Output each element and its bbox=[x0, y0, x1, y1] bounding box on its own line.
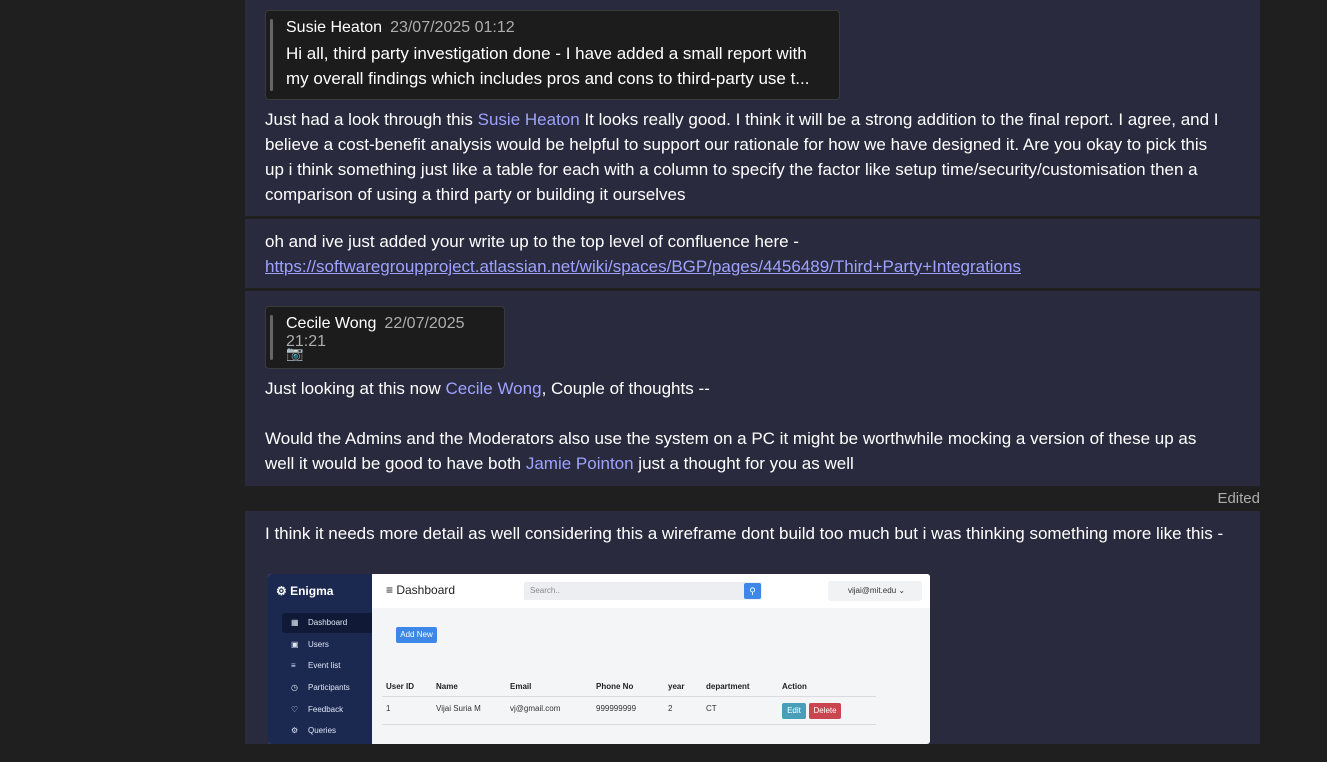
grid-icon: ▦ bbox=[291, 618, 299, 627]
message-text: Just looking at this now Cecile Wong, Co… bbox=[265, 379, 1202, 473]
cell: Vijai Suria M bbox=[436, 704, 481, 713]
search-icon: ⚲ bbox=[744, 583, 761, 599]
quote-time: 23/07/2025 01:12 bbox=[390, 19, 515, 36]
nav-item: ♡ Feedback bbox=[282, 700, 372, 720]
quote-author[interactable]: Susie Heaton bbox=[286, 19, 382, 36]
dashboard-sidebar: ⚙ Enigma ▦ Dashboard ▣ Users ≡ Event list ◷… bbox=[268, 574, 372, 744]
quote-bar bbox=[270, 19, 273, 91]
chevron-down-icon: ⌄ bbox=[896, 586, 906, 595]
message-text: oh and ive just added your write up to t… bbox=[265, 232, 1021, 276]
divider bbox=[382, 724, 876, 725]
col-header: User ID bbox=[386, 682, 415, 691]
menu-icon: ≡ bbox=[386, 583, 397, 597]
nav-item: ⚙ Queries bbox=[282, 721, 372, 741]
cell: CT bbox=[706, 704, 717, 713]
col-header: Name bbox=[436, 682, 458, 691]
camera-icon: 📷 bbox=[286, 345, 304, 361]
nav-item: ◷ Participants bbox=[282, 678, 372, 698]
gear-icon: ⚙ bbox=[291, 726, 299, 735]
col-header: year bbox=[668, 682, 685, 691]
col-header: Action bbox=[782, 682, 807, 691]
list-icon: ≡ bbox=[291, 661, 296, 670]
users-icon: ▣ bbox=[291, 640, 299, 649]
quote-bar bbox=[270, 315, 273, 360]
mention[interactable]: Susie Heaton bbox=[478, 110, 580, 129]
quoted-message[interactable]: Cecile Wong 22/07/2025 21:21 📷 bbox=[265, 306, 505, 369]
cell: 999999999 bbox=[596, 704, 637, 713]
dashboard-search: Search.. bbox=[524, 582, 762, 600]
clock-icon: ◷ bbox=[291, 683, 298, 692]
cell: 1 bbox=[386, 704, 391, 713]
mention[interactable]: Jamie Pointon bbox=[526, 454, 634, 473]
add-new-button: Add New bbox=[396, 627, 437, 643]
edited-label: Edited bbox=[1217, 490, 1260, 507]
edit-button: Edit bbox=[782, 703, 806, 719]
confluence-link[interactable]: https://softwaregroupproject.atlassian.n… bbox=[265, 257, 1021, 276]
quote-body: Hi all, third party investigation done -… bbox=[286, 44, 810, 88]
quoted-message[interactable]: Susie Heaton 23/07/2025 01:12 Hi all, thi… bbox=[265, 10, 840, 100]
nav-item: ▦ Dashboard bbox=[282, 613, 372, 633]
heart-icon: ♡ bbox=[291, 705, 299, 714]
quote-author[interactable]: Cecile Wong bbox=[286, 315, 376, 332]
col-header: Phone No bbox=[596, 682, 634, 691]
message-text: I think it needs more detail as well con… bbox=[265, 524, 1224, 543]
delete-button: Delete bbox=[809, 703, 841, 719]
user-menu: vijai@mit.edu ⌄ bbox=[828, 581, 922, 601]
cell: 2 bbox=[668, 704, 673, 713]
divider bbox=[382, 696, 876, 697]
col-header: Email bbox=[510, 682, 532, 691]
dashboard-title: Dashboard bbox=[396, 583, 456, 597]
message-text: Just had a look through this Susie Heato… bbox=[265, 110, 1224, 204]
nav-item: ≡ Event list bbox=[282, 656, 372, 676]
cell: vj@gmail.com bbox=[510, 704, 561, 713]
message-2: oh and ive just added your write up to t… bbox=[245, 219, 1260, 288]
message-3: Cecile Wong 22/07/2025 21:21 📷 Just looki… bbox=[245, 291, 1260, 486]
logo-icon: ⚙ bbox=[276, 584, 291, 598]
logo-text: Enigma bbox=[290, 584, 334, 598]
attached-image[interactable]: ⚙ Enigma ▦ Dashboard ▣ Users ≡ Event list ◷… bbox=[268, 574, 930, 744]
dashboard-topbar: ≡ Dashboard Search.. ⚲ vijai@mit.edu ⌄ bbox=[372, 574, 930, 608]
message-1: Susie Heaton 23/07/2025 01:12 Hi all, thi… bbox=[245, 0, 1260, 216]
col-header: department bbox=[706, 682, 750, 691]
nav-item: ▣ Users bbox=[282, 635, 372, 655]
mention[interactable]: Cecile Wong bbox=[445, 379, 541, 398]
